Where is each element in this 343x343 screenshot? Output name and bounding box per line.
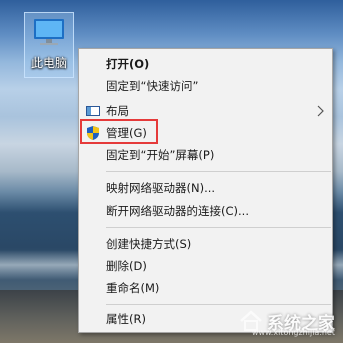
menu-item-label: 重命名(M) bbox=[106, 281, 160, 295]
menu-item-label: 创建快捷方式(S) bbox=[106, 237, 192, 251]
menu-item-label: 固定到“开始”屏幕(P) bbox=[106, 148, 215, 162]
menu-item-pin-quick-access[interactable]: 固定到“快速访问” bbox=[79, 75, 332, 97]
menu-item-label: 删除(D) bbox=[106, 259, 147, 273]
watermark-url: www.xitongzhijia.net bbox=[251, 328, 335, 337]
menu-item-open[interactable]: 打开(O) bbox=[79, 53, 332, 75]
menu-item-label: 固定到“快速访问” bbox=[106, 79, 199, 93]
context-menu: 打开(O) 固定到“快速访问” 布局 管理(G) 固定到“开始”屏幕(P) 映射… bbox=[78, 48, 333, 333]
menu-item-label: 打开(O) bbox=[106, 57, 150, 71]
watermark: 系统之家 www.xitongzhijia.net bbox=[239, 307, 335, 337]
menu-item-label: 断开网络驱动器的连接(C)... bbox=[106, 204, 249, 218]
menu-item-create-shortcut[interactable]: 创建快捷方式(S) bbox=[79, 233, 332, 255]
menu-item-delete[interactable]: 删除(D) bbox=[79, 255, 332, 277]
menu-separator bbox=[106, 227, 331, 228]
menu-item-rename[interactable]: 重命名(M) bbox=[79, 277, 332, 299]
layout-icon bbox=[86, 106, 100, 116]
menu-separator bbox=[106, 304, 331, 305]
computer-icon bbox=[34, 19, 64, 45]
menu-item-disconnect-network-drive[interactable]: 断开网络驱动器的连接(C)... bbox=[79, 200, 332, 222]
menu-item-label: 属性(R) bbox=[106, 312, 146, 326]
chevron-right-icon bbox=[317, 105, 324, 117]
menu-item-label: 映射网络驱动器(N)... bbox=[106, 181, 216, 195]
menu-item-pin-start[interactable]: 固定到“开始”屏幕(P) bbox=[79, 144, 332, 166]
desktop-icon-this-pc[interactable]: 此电脑 bbox=[24, 12, 74, 78]
desktop-icon-label: 此电脑 bbox=[30, 56, 67, 70]
menu-item-label: 布局 bbox=[106, 104, 129, 118]
menu-item-map-network-drive[interactable]: 映射网络驱动器(N)... bbox=[79, 177, 332, 199]
menu-separator bbox=[106, 171, 331, 172]
highlight-box bbox=[80, 119, 158, 144]
